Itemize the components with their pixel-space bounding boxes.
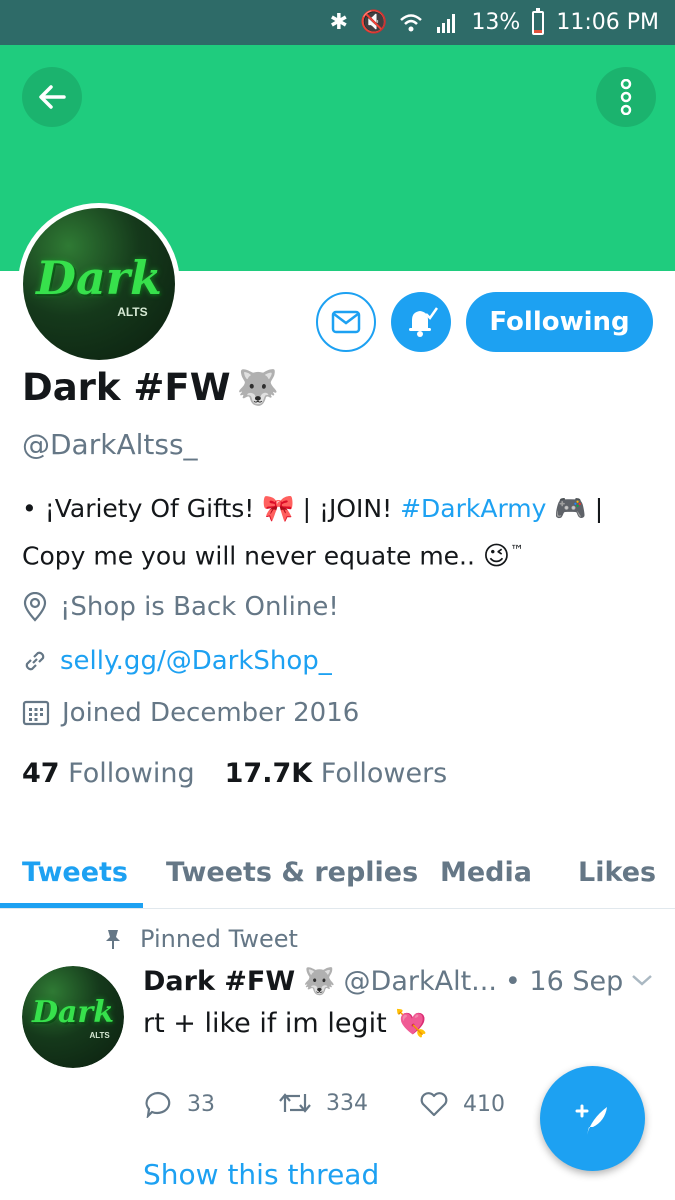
location-pin-icon <box>23 592 47 622</box>
controller-emoji: 🎮 <box>554 494 587 524</box>
wifi-icon <box>400 13 423 31</box>
clock: 11:06 PM <box>556 10 659 35</box>
avatar-logo-subtext: ALTS <box>117 305 148 320</box>
joined-date-text: Joined December 2016 <box>62 698 360 728</box>
pinned-indicator: Pinned Tweet <box>104 925 298 953</box>
bluetooth-icon: ✱ <box>329 10 349 35</box>
profile-bio: • ¡Variety Of Gifts! 🎀 | ¡JOIN! #DarkArm… <box>22 488 652 577</box>
followers-label: Followers <box>320 758 448 789</box>
url-row: selly.gg/@DarkShop_ <box>22 646 332 676</box>
tab-tweets[interactable]: Tweets <box>22 836 128 908</box>
more-vertical-icon <box>620 79 632 115</box>
reply-button[interactable]: 33 <box>143 1090 215 1118</box>
location-row: ¡Shop is Back Online! <box>22 592 339 622</box>
tweet-date: • 16 Sep <box>504 966 624 997</box>
followers-count: 17.7K <box>224 758 313 789</box>
heart-icon <box>420 1092 448 1117</box>
reply-count: 33 <box>187 1091 215 1117</box>
heart-arrow-emoji: 💘 <box>395 1009 428 1039</box>
wink-emoji: 😉 <box>482 541 511 572</box>
avatar-logo-text: Dark <box>36 250 162 305</box>
tweet-text-body: rt + like if im legit <box>143 1008 396 1039</box>
retweet-icon <box>279 1093 311 1113</box>
profile-avatar[interactable]: Dark ALTS <box>18 203 180 365</box>
trademark-symbol: ™ <box>510 543 525 559</box>
bell-icon <box>409 307 438 337</box>
signal-icon <box>437 13 456 33</box>
back-arrow-icon <box>39 85 66 109</box>
follow-counts: 47 Following 17.7K Followers <box>22 758 447 789</box>
status-bar: ✱ 🔇 13% 11:06 PM <box>0 0 675 45</box>
active-tab-indicator <box>0 903 143 908</box>
tweet-header: Dark #FW 🐺 @DarkAlt... • 16 Sep <box>143 966 623 997</box>
calendar-icon <box>22 700 50 726</box>
tab-media[interactable]: Media <box>440 836 532 908</box>
status-icons: ✱ 🔇 13% 11:06 PM <box>330 0 659 45</box>
show-thread-link[interactable]: Show this thread <box>143 1158 379 1191</box>
ribbon-emoji: 🎀 <box>262 494 295 524</box>
display-name: Dark #FW 🐺 <box>22 366 279 409</box>
like-count: 410 <box>463 1091 505 1117</box>
link-icon <box>25 651 45 671</box>
mail-icon <box>331 310 361 334</box>
mute-icon: 🔇 <box>360 10 388 35</box>
tweet-wolf-emoji: 🐺 <box>303 966 336 997</box>
tweet-avatar-image: Dark ALTS <box>22 966 124 1068</box>
tweet-text: rt + like if im legit 💘 <box>143 1008 428 1039</box>
bio-text-1: • ¡Variety Of Gifts! <box>22 494 263 523</box>
tweet-author-handle: @DarkAlt... <box>343 966 497 997</box>
chevron-down-icon <box>632 975 652 986</box>
compose-tweet-button[interactable] <box>540 1066 645 1171</box>
pin-icon <box>106 930 120 949</box>
tab-tweets-replies[interactable]: Tweets & replies <box>166 836 418 908</box>
following-button[interactable]: Following <box>466 292 653 352</box>
reply-icon <box>145 1091 171 1118</box>
message-button[interactable] <box>316 292 376 352</box>
bio-text-2: | ¡JOIN! <box>294 494 401 523</box>
compose-icon <box>575 1104 607 1135</box>
tweet-actions: 33 334 410 <box>143 1090 543 1130</box>
retweet-button[interactable]: 334 <box>278 1090 368 1116</box>
more-options-button[interactable] <box>596 67 656 127</box>
battery-icon <box>532 7 545 35</box>
tweet-menu-button[interactable] <box>630 972 654 992</box>
pinned-label: Pinned Tweet <box>140 925 298 953</box>
tweet-avatar-logo-subtext: ALTS <box>89 1031 110 1041</box>
followers-count-link[interactable]: 17.7K Followers <box>225 758 448 789</box>
tweet-avatar-logo-text: Dark <box>31 994 115 1030</box>
hashtag-link[interactable]: #DarkArmy <box>400 494 546 523</box>
user-handle: @DarkAltss_ <box>22 428 198 461</box>
tweet-avatar[interactable]: Dark ALTS <box>22 966 124 1068</box>
avatar-image: Dark ALTS <box>23 208 175 360</box>
notifications-button[interactable] <box>391 292 451 352</box>
joined-row: Joined December 2016 <box>22 698 359 728</box>
battery-percent: 13% <box>471 10 521 35</box>
like-button[interactable]: 410 <box>419 1090 505 1118</box>
profile-url-link[interactable]: selly.gg/@DarkShop_ <box>60 646 332 676</box>
retweet-count: 334 <box>326 1090 368 1116</box>
display-name-text: Dark #FW <box>22 366 231 409</box>
tab-likes[interactable]: Likes <box>578 836 656 908</box>
following-count-link[interactable]: 47 Following <box>22 758 195 789</box>
following-label: Following <box>68 758 195 789</box>
back-button[interactable] <box>22 67 82 127</box>
following-count: 47 <box>22 758 60 789</box>
tweet-author-name: Dark #FW <box>143 966 296 997</box>
battery-fill <box>534 29 543 33</box>
wolf-emoji: 🐺 <box>236 367 279 408</box>
location-text: ¡Shop is Back Online! <box>60 592 339 622</box>
profile-tabs: Tweets Tweets & replies Media Likes <box>0 836 675 909</box>
